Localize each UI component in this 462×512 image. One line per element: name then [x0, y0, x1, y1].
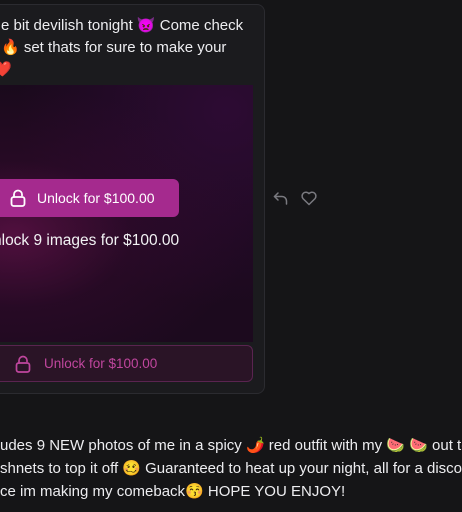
unlock-button-label: Unlock for $100.00	[37, 190, 155, 206]
unlock-footer-label: Unlock for $100.00	[44, 356, 158, 371]
caption-line: e bit devilish tonight 👿 Come check	[1, 17, 244, 34]
message-line: shnets to top it off 🥴 Guaranteed to hea…	[0, 460, 462, 477]
caption-line: 🔥 set thats for sure to make your	[1, 39, 227, 56]
unlock-button[interactable]: Unlock for $100.00	[0, 179, 179, 217]
locked-post-card: e bit devilish tonight 👿 Come check 🔥 se…	[0, 4, 265, 394]
unlock-description: nlock 9 images for $100.00	[0, 232, 180, 249]
locked-media-preview[interactable]: Unlock for $100.00 nlock 9 images for $1…	[0, 85, 253, 342]
lock-icon	[10, 189, 26, 207]
reply-icon[interactable]	[272, 189, 290, 207]
unlock-footer-button[interactable]: Unlock for $100.00	[0, 345, 253, 382]
chat-view: e bit devilish tonight 👿 Come check 🔥 se…	[0, 0, 462, 512]
caption-line: ❤️	[0, 59, 12, 81]
message-line: ce im making my comeback😚 HOPE YOU ENJOY…	[0, 483, 346, 500]
message-line: udes 9 NEW photos of me in a spicy 🌶️ re…	[0, 437, 462, 454]
lock-icon	[15, 355, 31, 373]
heart-icon[interactable]	[300, 189, 318, 207]
